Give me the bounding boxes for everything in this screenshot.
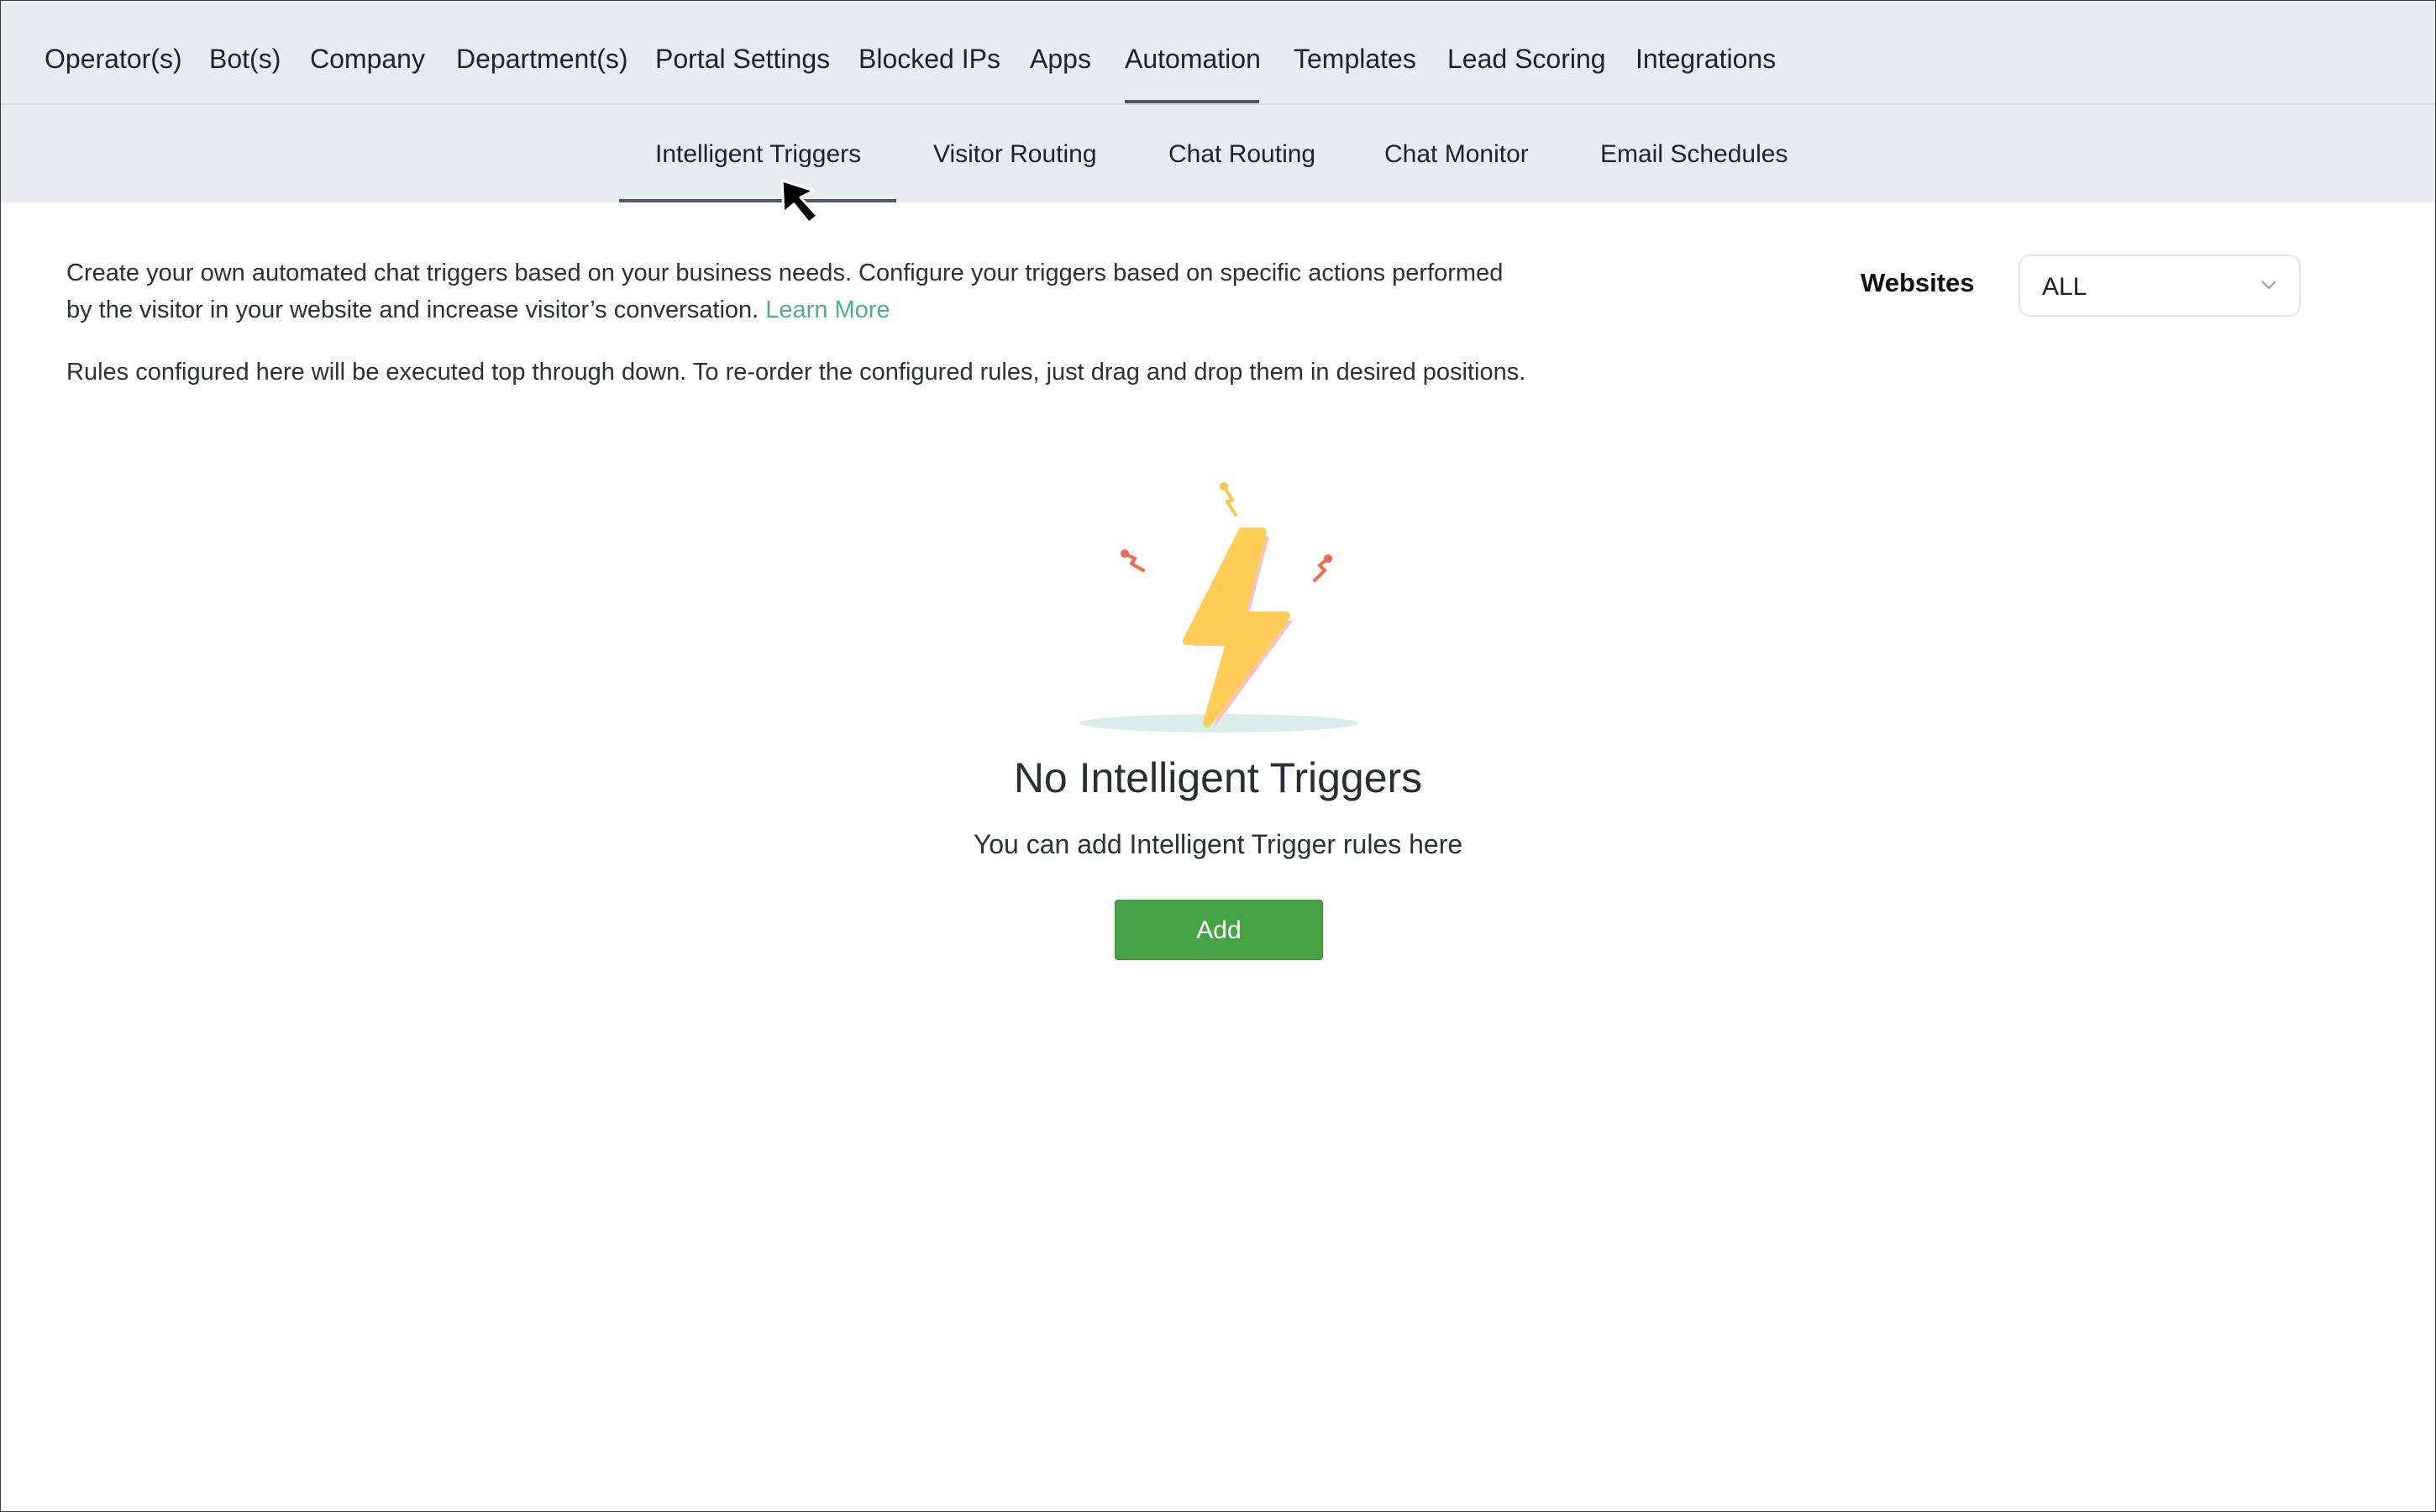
tab-chat-routing[interactable]: Chat Routing [1168,137,1315,172]
lightning-bolt-illustration [1079,482,1358,732]
top-nav-company[interactable]: Company [310,39,425,78]
websites-select-value: ALL [2042,273,2087,301]
description-line-1: Create your own automated chat triggers … [66,260,1504,286]
top-nav-blocked-ips[interactable]: Blocked IPs [858,39,1000,78]
empty-state-subtitle: You can add Intelligent Trigger rules he… [973,829,1463,859]
top-nav-bots[interactable]: Bot(s) [209,39,281,78]
top-nav-lead-scoring[interactable]: Lead Scoring [1447,39,1606,78]
top-nav-templates[interactable]: Templates [1294,39,1416,78]
top-nav-automation[interactable]: Automation [1125,39,1261,78]
tab-chat-monitor[interactable]: Chat Monitor [1384,137,1529,172]
top-nav-departments[interactable]: Department(s) [456,39,628,78]
sub-nav: Intelligent Triggers Visitor Routing Cha… [1,105,2435,202]
tab-visitor-routing[interactable]: Visitor Routing [933,137,1097,172]
top-nav-portal-settings[interactable]: Portal Settings [655,39,830,78]
add-button[interactable]: Add [1115,900,1323,960]
mouse-cursor-icon [780,179,819,224]
top-nav: Operator(s) Bot(s) Company Department(s)… [1,1,2435,105]
top-nav-active-indicator [1125,100,1259,103]
learn-more-link[interactable]: Learn More [765,297,890,323]
websites-label: Websites [1861,268,1975,297]
chevron-down-icon [2261,281,2276,290]
top-nav-operators[interactable]: Operator(s) [45,39,182,78]
rules-note: Rules configured here will be executed t… [66,359,1526,386]
top-nav-integrations[interactable]: Integrations [1635,39,1776,78]
sub-nav-active-indicator [619,199,896,202]
app-window: Operator(s) Bot(s) Company Department(s)… [0,0,2436,1512]
tab-email-schedules[interactable]: Email Schedules [1600,137,1788,172]
empty-state-title: No Intelligent Triggers [1013,754,1423,801]
websites-select[interactable]: ALL [2019,255,2301,317]
top-nav-apps[interactable]: Apps [1030,39,1091,78]
description-line-2-text: by the visitor in your website and incre… [66,297,759,323]
spark-top [1222,485,1237,517]
tab-intelligent-triggers[interactable]: Intelligent Triggers [655,137,861,172]
description-line-2: by the visitor in your website and incre… [66,291,1595,328]
